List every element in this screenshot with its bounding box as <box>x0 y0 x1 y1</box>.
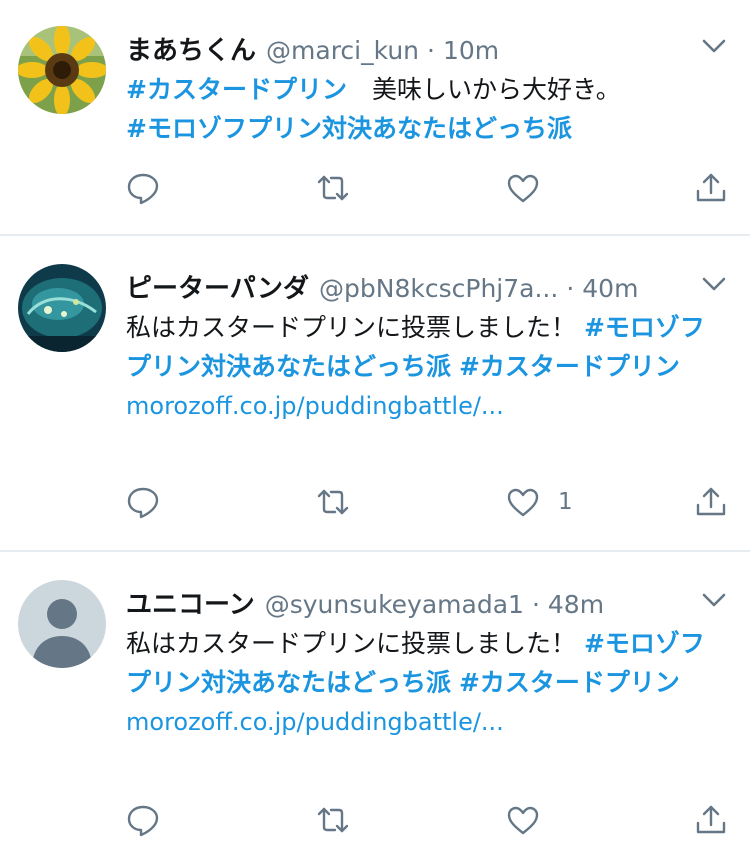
chevron-down-icon[interactable] <box>700 270 728 298</box>
tweet-plain-text <box>451 668 459 697</box>
display-name[interactable]: ピーターパンダ <box>126 268 309 305</box>
like-button[interactable] <box>506 800 558 840</box>
share-icon <box>696 173 726 202</box>
tweet-2[interactable]: ピーターパンダ @pbN8kcscPhj7a... · 40m 私はカスタードプ… <box>0 236 750 550</box>
retweet-icon <box>317 175 349 201</box>
reply-button[interactable] <box>126 800 160 840</box>
tweet-link[interactable]: morozoff.co.jp/puddingbattle/... <box>126 708 504 736</box>
chevron-down-icon[interactable] <box>700 32 728 60</box>
display-name[interactable]: ユニコーン <box>126 584 255 621</box>
separator: · <box>566 274 575 303</box>
tweet-plain-text: 私はカスタードプリンに投票しました！ <box>126 629 584 658</box>
tweet-link[interactable]: morozoff.co.jp/puddingbattle/... <box>126 392 504 420</box>
user-handle[interactable]: @pbN8kcscPhj7a... <box>319 274 558 303</box>
tweet-plain-text <box>451 352 459 381</box>
share-icon <box>696 487 726 516</box>
tweet-actions <box>126 800 736 840</box>
tweet-text: 私はカスタードプリンに投票しました！ #モロゾフプリン対決あなたはどっち派 #カ… <box>126 624 716 742</box>
separator: · <box>427 36 435 65</box>
chevron-down-icon[interactable] <box>700 586 728 614</box>
like-button[interactable] <box>506 168 558 208</box>
retweet-button[interactable] <box>316 482 350 522</box>
tweet-plain-text: 私はカスタードプリンに投票しました！ <box>126 313 584 342</box>
share-button[interactable] <box>694 482 728 522</box>
avatar[interactable] <box>18 580 106 668</box>
timestamp[interactable]: 48m <box>548 590 604 619</box>
hashtag[interactable]: #カスタードプリン <box>459 668 680 697</box>
heart-icon <box>507 806 539 835</box>
share-button[interactable] <box>694 168 728 208</box>
retweet-button[interactable] <box>316 800 350 840</box>
user-handle[interactable]: @syunsukeyamada1 <box>265 590 524 619</box>
timestamp[interactable]: 10m <box>443 36 499 65</box>
avatar[interactable] <box>18 26 106 114</box>
user-handle[interactable]: @marci_kun <box>266 36 419 65</box>
hashtag[interactable]: #モロゾフプリン対決あなたはどっち派 <box>126 114 572 143</box>
display-name[interactable]: まあちくん <box>126 30 256 67</box>
tweet-3[interactable]: ユニコーン @syunsukeyamada1 · 48m 私はカスタードプリンに… <box>0 552 750 866</box>
reply-icon <box>127 173 159 205</box>
like-count: 1 <box>558 489 573 515</box>
separator: · <box>531 590 540 619</box>
tweet-plain-text: 美味しいから大好き。 <box>346 75 621 104</box>
like-button[interactable]: 1 <box>506 482 573 522</box>
share-button[interactable] <box>694 800 728 840</box>
tweet-text: #カスタードプリン 美味しいから大好き。 #モロゾフプリン対決あなたはどっち派 <box>126 70 726 148</box>
hashtag[interactable]: #カスタードプリン <box>126 75 347 104</box>
retweet-button[interactable] <box>316 168 350 208</box>
share-icon <box>696 805 726 834</box>
tweet-text: 私はカスタードプリンに投票しました！ #モロゾフプリン対決あなたはどっち派 #カ… <box>126 308 716 426</box>
tweet-header: ユニコーン @syunsukeyamada1 · 48m <box>126 584 604 620</box>
timestamp[interactable]: 40m <box>582 274 638 303</box>
reply-icon <box>127 805 159 837</box>
reply-button[interactable] <box>126 168 160 208</box>
heart-icon <box>507 488 539 517</box>
avatar[interactable] <box>18 264 106 352</box>
retweet-icon <box>317 807 349 833</box>
reply-button[interactable] <box>126 482 160 522</box>
tweet-actions <box>126 168 736 208</box>
tweet-header: ピーターパンダ @pbN8kcscPhj7a... · 40m <box>126 268 638 304</box>
reply-icon <box>127 487 159 519</box>
tweet-1[interactable]: まあちくん @marci_kun · 10m #カスタードプリン 美味しいから大… <box>0 0 750 234</box>
tweet-header: まあちくん @marci_kun · 10m <box>126 30 499 66</box>
hashtag[interactable]: #カスタードプリン <box>459 352 680 381</box>
tweet-actions: 1 <box>126 482 736 522</box>
heart-icon <box>507 174 539 203</box>
retweet-icon <box>317 489 349 515</box>
